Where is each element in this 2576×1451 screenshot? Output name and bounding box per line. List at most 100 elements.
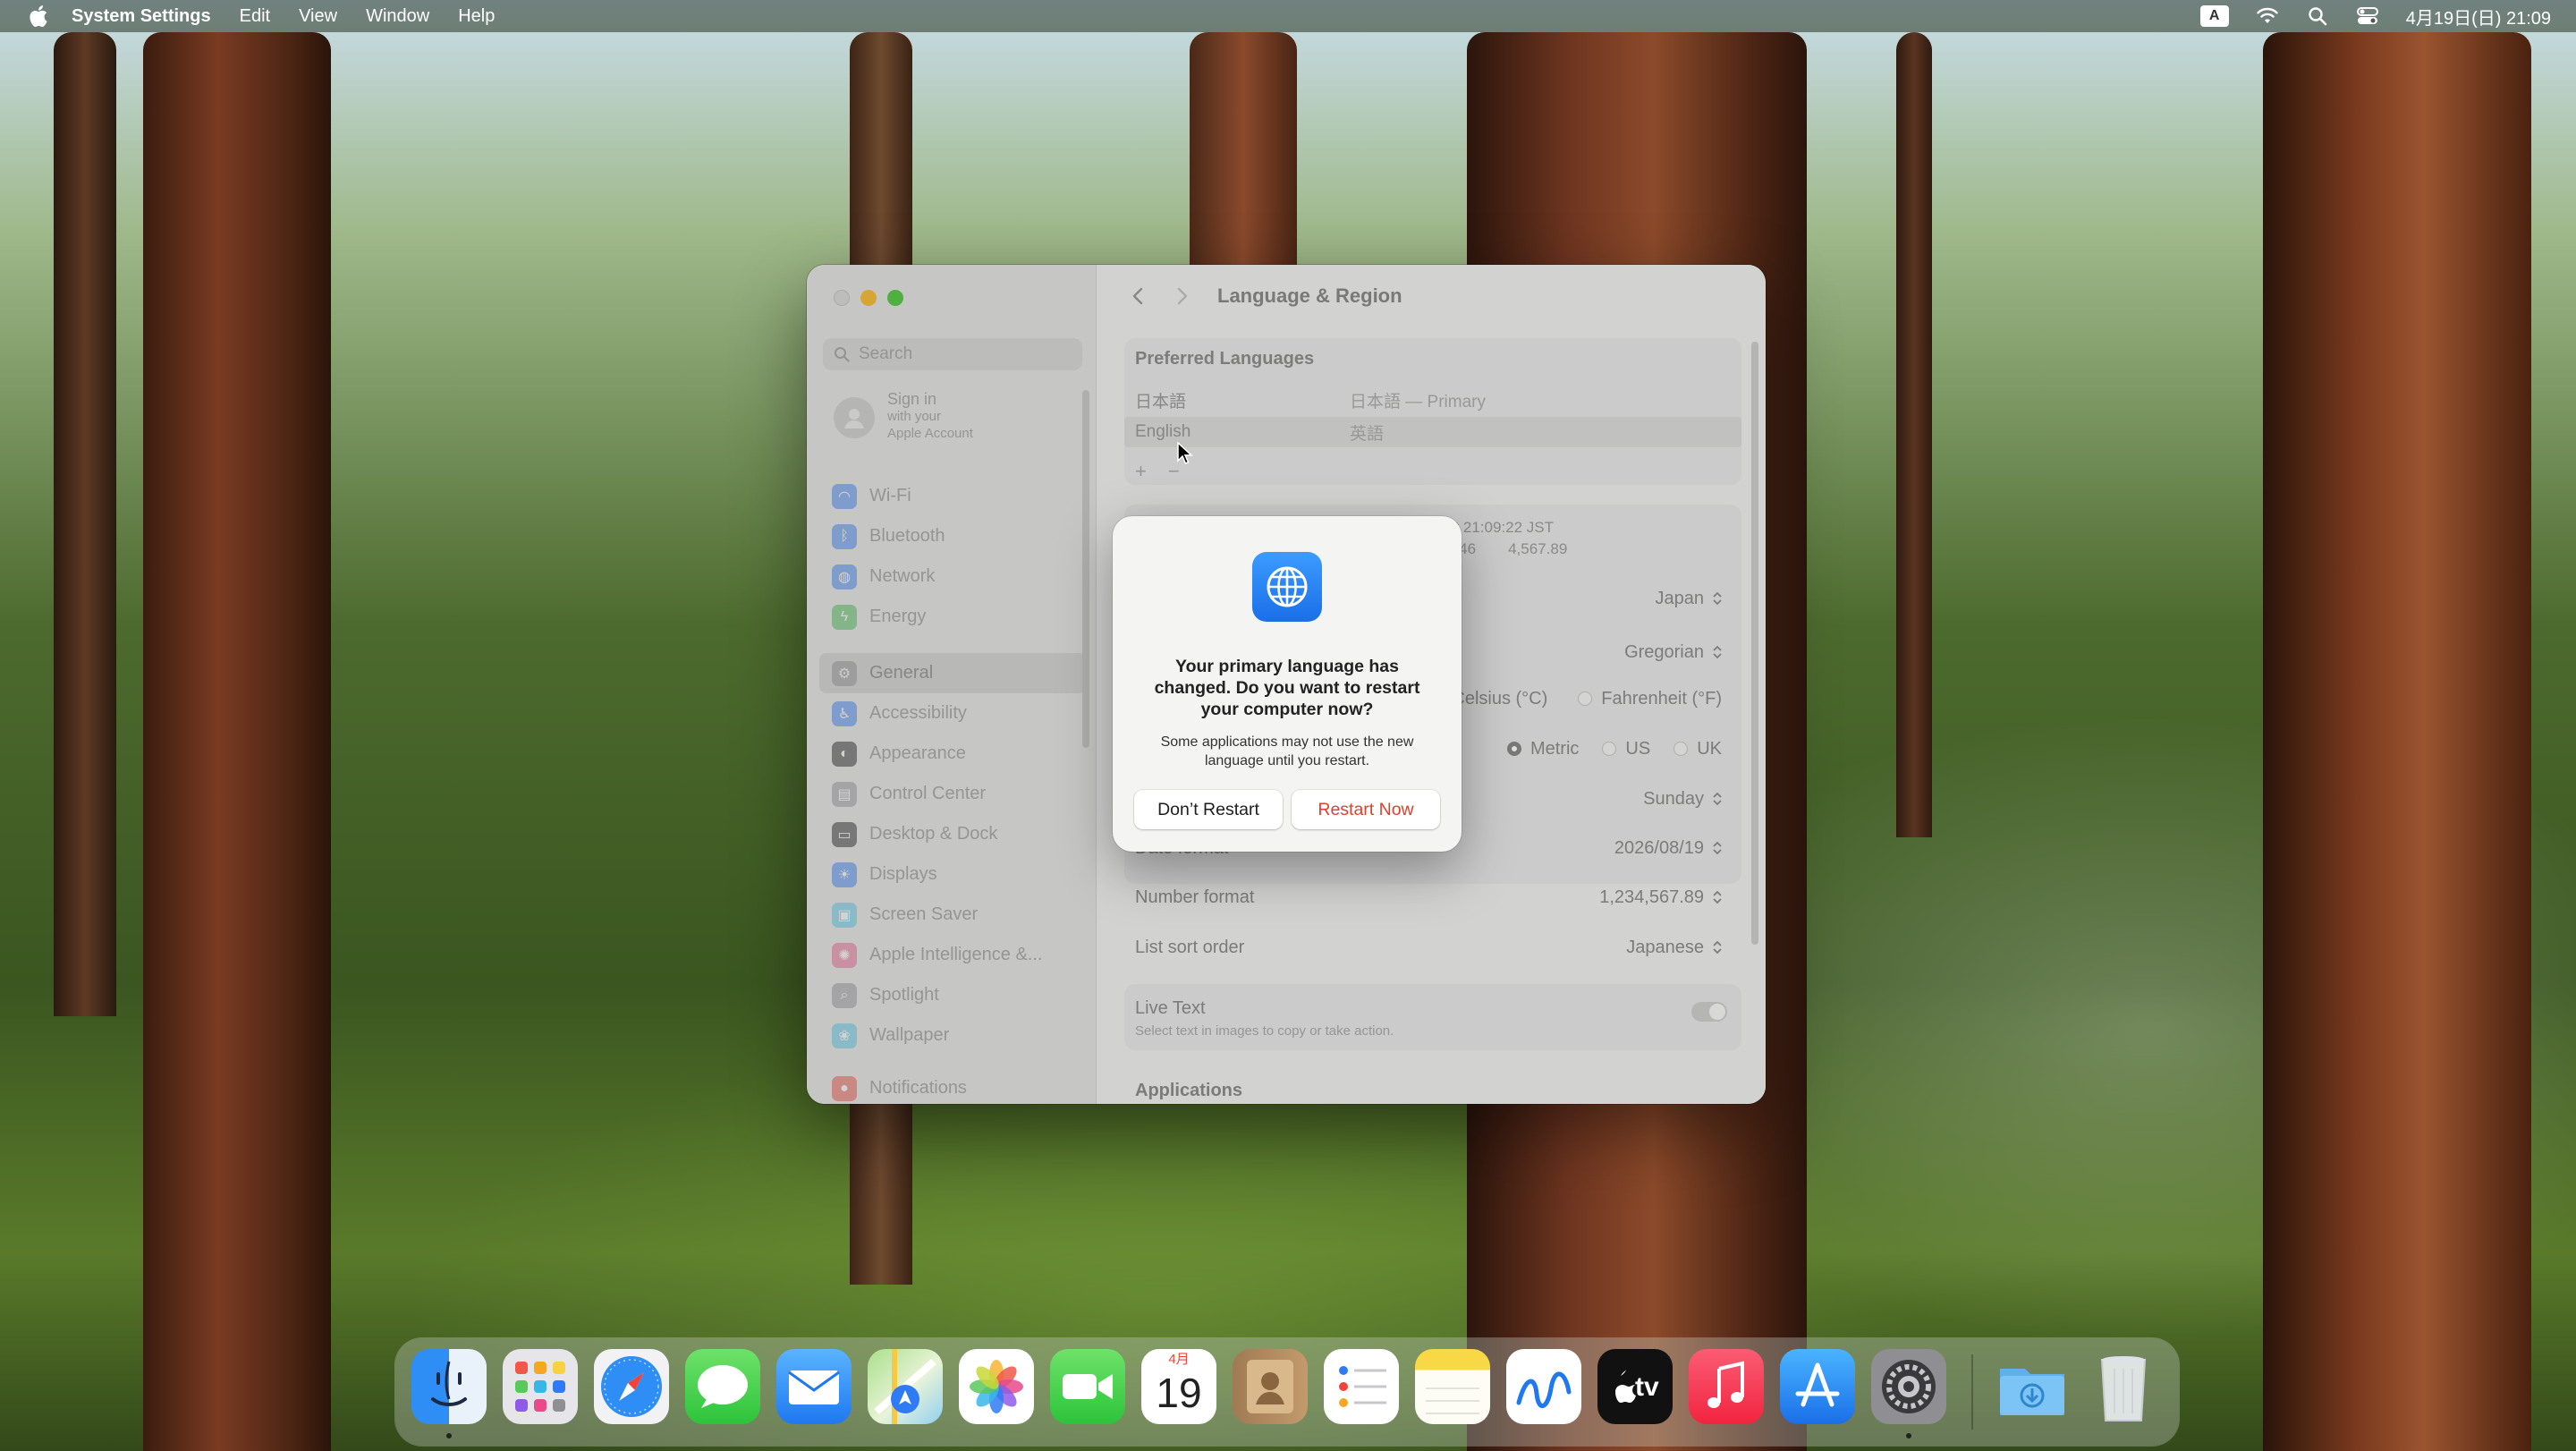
stepper-icon [1713,792,1722,806]
measurement-uk-radio[interactable]: UK [1674,739,1722,759]
menu-app-name[interactable]: System Settings [72,6,211,27]
dock: 4月 19 tv [395,1338,2179,1446]
sidebar-search-field[interactable]: Search [823,338,1082,370]
sidebar-item-notifications[interactable]: ● Notifications [819,1068,1086,1104]
sidebar-item-general[interactable]: ⚙ General [819,653,1086,693]
photos-icon[interactable] [959,1349,1034,1424]
language-row-english[interactable]: English 英語 [1124,417,1741,447]
menu-clock[interactable]: 4月19日(日) 21:09 [2406,4,2551,30]
preferred-languages-heading: Preferred Languages [1135,349,1315,369]
dialog-title: Your primary language has changed. Do yo… [1154,657,1420,719]
number-format-row[interactable]: Number format 1,234,567.89 [1124,875,1741,920]
sidebar-item-network[interactable]: ◍ Network [819,556,1086,597]
music-icon[interactable] [1689,1349,1764,1424]
sidebar-item-control-center[interactable]: ▤ Control Center [819,774,1086,814]
wallpaper-tree [143,32,331,1451]
fahrenheit-label: Fahrenheit (°F) [1601,688,1722,709]
content-toolbar: Language & Region [1097,265,1766,336]
input-source-indicator[interactable]: A [2199,5,2229,27]
list-sort-order-row[interactable]: List sort order Japanese [1124,925,1741,970]
account-title: Sign in [887,390,937,408]
wallpaper-icon: ❀ [832,1022,857,1048]
facetime-icon[interactable] [1050,1349,1125,1424]
maps-icon[interactable] [868,1349,943,1424]
stepper-icon [1713,940,1722,955]
sidebar-item-energy[interactable]: ϟ Energy [819,597,1086,637]
menu-edit[interactable]: Edit [240,6,270,27]
trash-icon[interactable] [2086,1349,2161,1424]
sidebar-item-label: Spotlight [869,985,939,1005]
menu-view[interactable]: View [299,6,337,27]
messages-icon[interactable] [685,1349,760,1424]
displays-icon: ☀ [832,861,857,887]
forward-chevron-icon[interactable] [1169,283,1196,310]
measurement-metric-radio[interactable]: Metric [1506,738,1580,759]
downloads-folder-icon[interactable] [1995,1349,2070,1424]
control-center-icon[interactable] [2356,4,2379,28]
sidebar-item-desktop-dock[interactable]: ▭ Desktop & Dock [819,814,1086,854]
app-store-icon[interactable] [1780,1349,1855,1424]
measurement-us-radio[interactable]: US [1602,739,1650,759]
menu-window[interactable]: Window [366,6,429,27]
globe-icon [1252,552,1322,622]
content-scrollbar[interactable] [1751,342,1758,945]
back-chevron-icon[interactable] [1124,283,1151,310]
apple-menu-icon[interactable] [27,4,48,29]
safari-icon[interactable] [594,1349,669,1424]
running-indicator [1906,1433,1911,1438]
sidebar-item-spotlight[interactable]: ⌕ Spotlight [819,975,1086,1015]
language-row-japanese[interactable]: 日本語 日本語 — Primary [1124,385,1741,415]
live-text-label: Live Text [1135,998,1206,1018]
sidebar-item-appearance[interactable]: ◐ Appearance [819,734,1086,774]
close-button[interactable] [834,290,850,306]
date-format-value: 2026/08/19 [1614,837,1704,858]
temperature-fahrenheit-radio[interactable]: Fahrenheit (°F) [1578,689,1722,709]
minimize-button[interactable] [860,290,877,306]
wifi-settings-icon: ◠ [832,483,857,509]
sidebar-item-label: Desktop & Dock [869,824,998,844]
calendar-icon[interactable]: 4月 19 [1141,1349,1216,1424]
stepper-icon [1713,841,1722,855]
temperature-celsius-radio[interactable]: Celsius (°C) [1452,689,1547,709]
sidebar-item-label: Displays [869,864,937,884]
metric-label: Metric [1530,738,1580,759]
sidebar-item-wifi[interactable]: ◠ Wi-Fi [819,476,1086,516]
sidebar-item-label: Apple Intelligence &... [869,945,1043,964]
mail-icon[interactable] [776,1349,852,1424]
sidebar-item-label: Bluetooth [869,526,945,546]
contacts-icon[interactable] [1233,1349,1308,1424]
sidebar-item-screen-saver[interactable]: ▣ Screen Saver [819,895,1086,935]
finder-icon[interactable] [411,1349,487,1424]
sidebar-item-wallpaper[interactable]: ❀ Wallpaper [819,1015,1086,1056]
apple-account-signin[interactable]: Sign in with your Apple Account [834,390,973,442]
system-settings-icon[interactable] [1871,1349,1946,1424]
region-value: Japan [1655,588,1705,608]
number-format-label: Number format [1135,887,1255,907]
sidebar-item-bluetooth[interactable]: ᛒ Bluetooth [819,516,1086,556]
sidebar-scrollbar[interactable] [1082,390,1089,748]
live-text-toggle[interactable] [1691,1002,1727,1022]
sidebar-item-accessibility[interactable]: ♿ Accessibility [819,693,1086,734]
dont-restart-button[interactable]: Don’t Restart [1134,790,1283,829]
add-language-button[interactable]: + [1135,460,1147,483]
wifi-icon[interactable] [2256,4,2279,28]
tv-icon[interactable]: tv [1597,1349,1673,1424]
menu-help[interactable]: Help [458,6,495,27]
notes-icon[interactable] [1415,1349,1490,1424]
freeform-icon[interactable] [1506,1349,1581,1424]
zoom-button[interactable] [887,290,903,306]
account-avatar-icon [834,397,875,438]
window-controls [834,290,903,306]
restart-now-button[interactable]: Restart Now [1292,790,1440,829]
sidebar-item-label: Energy [869,607,927,626]
live-text-description: Select text in images to copy or take ac… [1135,1023,1394,1039]
tv-label: tv [1635,1372,1659,1402]
reminders-icon[interactable] [1324,1349,1399,1424]
first-day-value: Sunday [1643,788,1704,809]
spotlight-search-icon[interactable] [2306,4,2329,28]
launchpad-icon[interactable] [503,1349,578,1424]
wallpaper-tree [1896,32,1932,837]
sidebar-item-apple-intelligence[interactable]: ✺ Apple Intelligence &... [819,935,1086,975]
sidebar-item-displays[interactable]: ☀ Displays [819,854,1086,895]
number-format-value: 1,234,567.89 [1599,887,1704,907]
